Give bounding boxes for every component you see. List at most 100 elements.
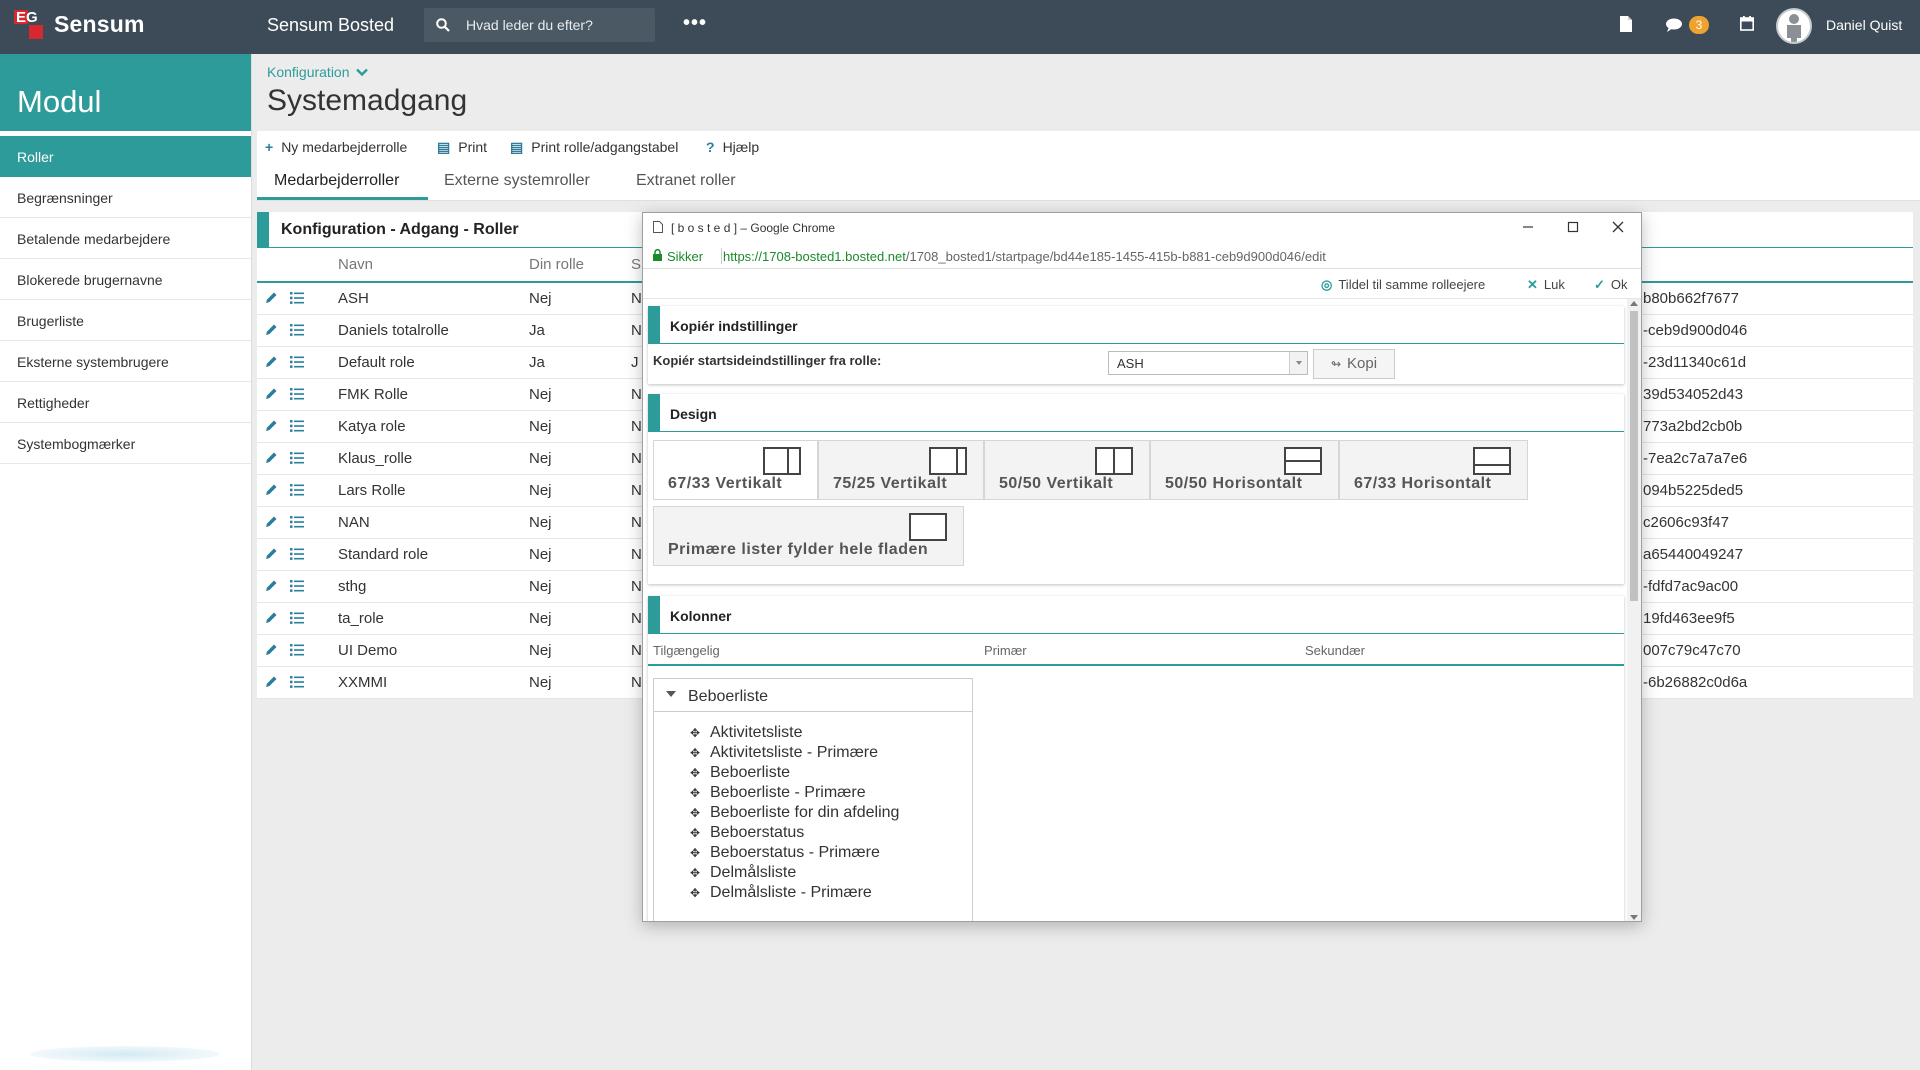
message-count-badge[interactable]: 3 bbox=[1689, 16, 1709, 34]
layout-option-full-width[interactable]: Primære lister fylder hele fladen bbox=[653, 506, 964, 566]
list-icon[interactable] bbox=[290, 324, 304, 336]
tree-item[interactable]: ✥ Beboerliste - Primære bbox=[690, 784, 866, 802]
list-icon[interactable] bbox=[290, 420, 304, 432]
move-icon[interactable]: ✥ bbox=[690, 826, 710, 840]
maximize-button[interactable] bbox=[1558, 217, 1588, 239]
list-icon[interactable] bbox=[290, 644, 304, 656]
tree-group-beboerliste[interactable]: Beboerliste bbox=[654, 679, 972, 712]
list-icon[interactable] bbox=[290, 484, 304, 496]
list-icon[interactable] bbox=[290, 356, 304, 368]
document-icon[interactable] bbox=[1620, 16, 1632, 32]
list-icon[interactable] bbox=[290, 388, 304, 400]
layout-option-50-50-vertikalt[interactable]: 50/50 Vertikalt bbox=[984, 440, 1150, 500]
move-icon[interactable]: ✥ bbox=[690, 846, 710, 860]
edit-pencil-icon[interactable] bbox=[265, 643, 278, 656]
sidebar-item-systembogmaerker[interactable]: Systembogmærker bbox=[0, 423, 251, 464]
breadcrumb[interactable]: Konfiguration bbox=[267, 64, 369, 80]
edit-pencil-icon[interactable] bbox=[265, 323, 278, 336]
column-header-navn[interactable]: Navn bbox=[338, 256, 373, 273]
ok-button[interactable]: ✓ Ok bbox=[1594, 277, 1628, 293]
edit-pencil-icon[interactable] bbox=[265, 675, 278, 688]
luk-button[interactable]: ✕ Luk bbox=[1527, 277, 1565, 293]
chat-icon[interactable] bbox=[1666, 18, 1682, 32]
move-icon[interactable]: ✥ bbox=[690, 866, 710, 880]
sidebar-item-eksterne-systembrugere[interactable]: Eksterne systembrugere bbox=[0, 341, 251, 382]
tree-item[interactable]: ✥ Beboerliste bbox=[690, 764, 790, 782]
brand-name[interactable]: Sensum bbox=[54, 11, 145, 38]
layout-option-67-33-vertikalt[interactable]: 67/33 Vertikalt bbox=[653, 440, 818, 500]
edit-pencil-icon[interactable] bbox=[265, 419, 278, 432]
role-select[interactable]: ASH bbox=[1108, 351, 1308, 375]
tree-item[interactable]: ✥ Aktivitetsliste - Primære bbox=[690, 744, 878, 762]
search-input[interactable] bbox=[466, 8, 646, 42]
list-icon[interactable] bbox=[290, 580, 304, 592]
tab-extranet-roller[interactable]: Extranet roller bbox=[636, 172, 736, 190]
new-role-button[interactable]: + Ny medarbejderrolle bbox=[265, 139, 407, 155]
list-icon[interactable] bbox=[290, 516, 304, 528]
tree-item[interactable]: ✥ Beboerstatus - Primære bbox=[690, 844, 880, 862]
chevron-down-icon[interactable] bbox=[356, 68, 369, 77]
more-menu-button[interactable]: ••• bbox=[683, 12, 707, 35]
move-icon[interactable]: ✥ bbox=[690, 746, 710, 760]
print-table-button[interactable]: ▤ Print rolle/adgangstabel bbox=[510, 139, 678, 156]
list-icon[interactable] bbox=[290, 452, 304, 464]
tree-item[interactable]: ✥ Delmålsliste bbox=[690, 864, 796, 882]
sidebar-item-roller[interactable]: Roller bbox=[0, 136, 251, 177]
edit-pencil-icon[interactable] bbox=[265, 579, 278, 592]
help-button[interactable]: ? Hjælp bbox=[706, 139, 759, 155]
calendar-icon[interactable] bbox=[1740, 16, 1754, 31]
scroll-up-arrow[interactable] bbox=[1630, 301, 1638, 306]
column-header-3[interactable]: S bbox=[631, 256, 641, 273]
sidebar-item-betalende-medarbejdere[interactable]: Betalende medarbejdere bbox=[0, 218, 251, 259]
sidebar-item-blokerede-brugernavne[interactable]: Blokerede brugernavne bbox=[0, 259, 251, 300]
search-icon[interactable] bbox=[436, 18, 450, 32]
minimize-button[interactable] bbox=[1513, 217, 1543, 239]
edit-pencil-icon[interactable] bbox=[265, 451, 278, 464]
scroll-thumb[interactable] bbox=[1630, 311, 1638, 601]
window-close-button[interactable] bbox=[1603, 217, 1633, 239]
tree-item[interactable]: ✥ Delmålsliste - Primære bbox=[690, 884, 872, 902]
move-icon[interactable]: ✥ bbox=[690, 786, 710, 800]
tree-item[interactable]: ✥ Beboerliste for din afdeling bbox=[690, 804, 899, 822]
edit-pencil-icon[interactable] bbox=[265, 515, 278, 528]
user-avatar[interactable] bbox=[1776, 8, 1812, 44]
tree-item[interactable]: ✥ Beboerstatus bbox=[690, 824, 804, 842]
list-icon[interactable] bbox=[290, 612, 304, 624]
list-icon[interactable] bbox=[290, 292, 304, 304]
tab-medarbejderroller[interactable]: Medarbejderroller bbox=[274, 172, 399, 190]
layout-option-75-25-vertikalt[interactable]: 75/25 Vertikalt bbox=[818, 440, 984, 500]
list-icon[interactable] bbox=[290, 676, 304, 688]
edit-pencil-icon[interactable] bbox=[265, 291, 278, 304]
tab-externe-systemroller[interactable]: Externe systemroller bbox=[444, 172, 590, 190]
window-titlebar[interactable]: [ b o s t e d ] – Google Chrome bbox=[643, 213, 1641, 243]
caret-down-icon[interactable] bbox=[666, 691, 676, 697]
column-header-din-rolle[interactable]: Din rolle bbox=[529, 256, 584, 273]
dialog-scrollbar[interactable] bbox=[1627, 299, 1641, 921]
select-arrow[interactable] bbox=[1289, 352, 1307, 374]
edit-pencil-icon[interactable] bbox=[265, 387, 278, 400]
sidebar-item-rettigheder[interactable]: Rettigheder bbox=[0, 382, 251, 423]
breadcrumb-label[interactable]: Konfiguration bbox=[267, 64, 350, 80]
eg-logo[interactable]: EG bbox=[14, 9, 44, 40]
list-icon[interactable] bbox=[290, 548, 304, 560]
tree-item[interactable]: ✥ Aktivitetsliste bbox=[690, 724, 802, 742]
layout-option-67-33-horisontalt[interactable]: 67/33 Horisontalt bbox=[1339, 440, 1528, 500]
edit-pencil-icon[interactable] bbox=[265, 355, 278, 368]
user-name[interactable]: Daniel Quist bbox=[1826, 17, 1902, 33]
sidebar-item-begraensninger[interactable]: Begrænsninger bbox=[0, 177, 251, 218]
move-icon[interactable]: ✥ bbox=[690, 726, 710, 740]
page-url[interactable]: https://1708-bosted1.bosted.net/1708_bos… bbox=[723, 249, 1326, 264]
address-bar[interactable]: Sikker https://1708-bosted1.bosted.net/1… bbox=[643, 243, 1641, 269]
move-icon[interactable]: ✥ bbox=[690, 886, 710, 900]
dialog-content[interactable]: Kopiér indstillinger Kopiér startsideind… bbox=[643, 299, 1641, 921]
layout-option-50-50-horisontalt[interactable]: 50/50 Horisontalt bbox=[1150, 440, 1339, 500]
scroll-down-arrow[interactable] bbox=[1630, 915, 1638, 920]
edit-pencil-icon[interactable] bbox=[265, 547, 278, 560]
move-icon[interactable]: ✥ bbox=[690, 766, 710, 780]
edit-pencil-icon[interactable] bbox=[265, 483, 278, 496]
kopi-button[interactable]: ↬ Kopi bbox=[1313, 349, 1395, 379]
move-icon[interactable]: ✥ bbox=[690, 806, 710, 820]
print-button[interactable]: ▤ Print bbox=[437, 139, 487, 156]
assign-same-owners-button[interactable]: ◎ Tildel til samme rolleejere bbox=[1321, 277, 1485, 293]
edit-pencil-icon[interactable] bbox=[265, 611, 278, 624]
